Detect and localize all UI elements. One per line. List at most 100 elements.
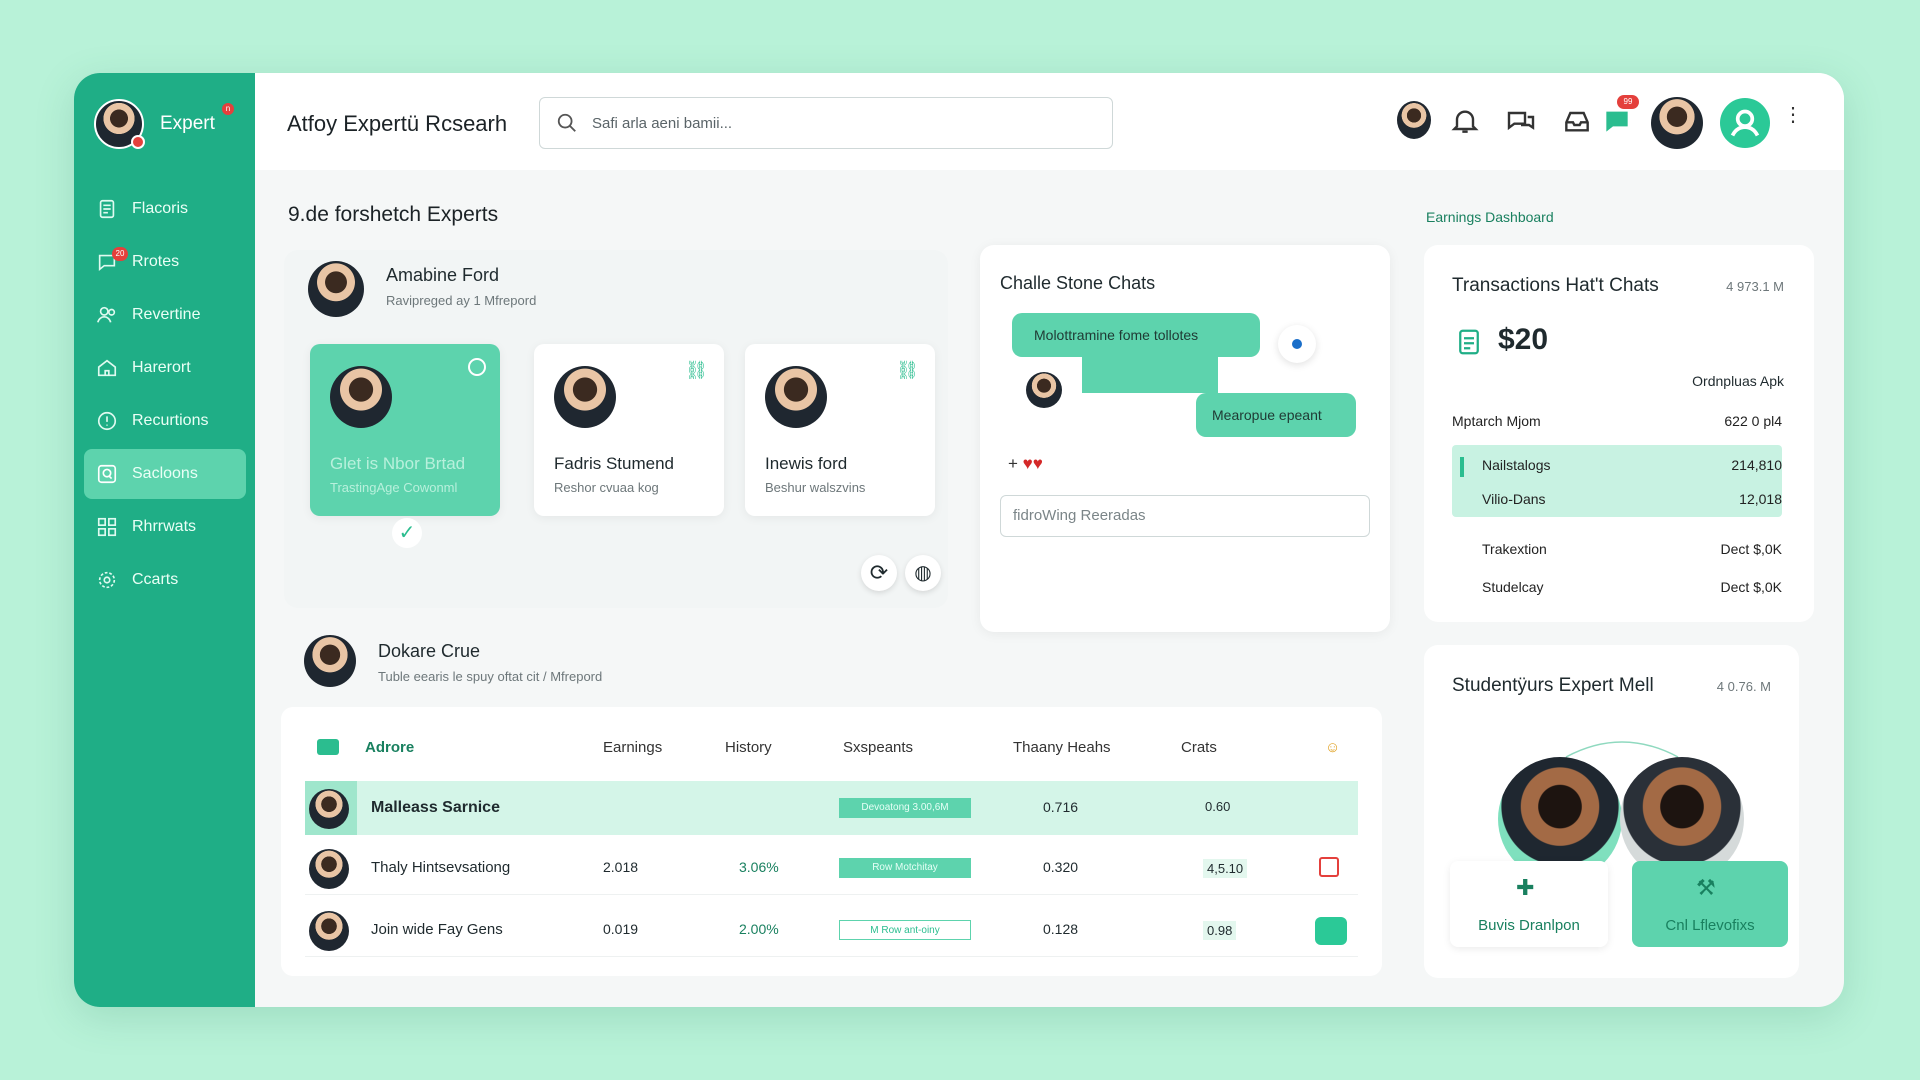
bell-icon[interactable]	[1449, 105, 1481, 137]
students-title: Studentÿurs Expert Mell	[1452, 675, 1654, 696]
expert-card[interactable]: ⛓ Inewis ford Beshur walszvins	[745, 344, 935, 516]
chat-avatar	[1026, 372, 1062, 408]
status-dot	[131, 135, 145, 149]
table-row[interactable]: Join wide Fay Gens 0.019 2.00% M Row ant…	[305, 903, 1358, 957]
receipt-icon	[1459, 329, 1479, 355]
table-row[interactable]: Thaly Hintsevsationg 2.018 3.06% Row Mot…	[305, 841, 1358, 895]
highlight-marker	[1460, 457, 1464, 477]
sidebar-item-flacoris[interactable]: Flacoris	[84, 184, 246, 234]
smile-icon[interactable]: ☺	[1325, 739, 1340, 756]
row-crats: 0.98	[1203, 921, 1237, 940]
transactions-card: Transactions Hat't Chats 4 973.1 M $20 O…	[1424, 245, 1814, 622]
sidebar-item-label: Flacoris	[132, 200, 189, 217]
students-meta: 4 0.76. M	[1716, 679, 1771, 694]
chat-message: Mearopue epeant	[1196, 393, 1356, 437]
student-action-button[interactable]: ✚ Buvis Dranlpon	[1450, 861, 1608, 947]
second-expert-sub: Tuble eearis le spuy oftat cit / Mfrepor…	[378, 669, 603, 684]
refresh-icon[interactable]: ⟳	[861, 555, 897, 591]
sidebar-item-label: Revertine	[132, 306, 201, 323]
row-history: 2.00%	[739, 921, 779, 937]
stat-row: Mptarch Mjom 622 0 pl4	[1452, 413, 1782, 429]
more-menu-icon[interactable]: ⋮	[1783, 105, 1803, 135]
expert-card-name: Fadris Stumend	[554, 454, 674, 473]
row-heahs: 0.320	[1043, 859, 1079, 875]
profile-avatar[interactable]	[1651, 97, 1703, 149]
chat-icon[interactable]	[1601, 105, 1633, 137]
flame-icon[interactable]: ◍	[905, 555, 941, 591]
stat-row: Vilio-Dans 12,018	[1482, 491, 1782, 507]
table-row[interactable]: Malleass Sarnice Devoatong 3.00,6M 0.716…	[305, 781, 1358, 835]
message-icon[interactable]	[1315, 917, 1347, 945]
stat-row: Trakextion Dect $,0K	[1482, 541, 1782, 557]
folder-icon	[317, 739, 339, 755]
expert-card[interactable]: ⛓ Fadris Stumend Reshor cvuaa kog	[534, 344, 724, 516]
home-icon	[97, 359, 117, 377]
row-history: 3.06%	[739, 859, 779, 875]
messages-icon[interactable]	[1505, 105, 1537, 137]
expert-avatar[interactable]	[304, 635, 356, 687]
document-icon	[99, 199, 115, 219]
row-name: Malleass Sarnice	[371, 799, 500, 816]
expert-card[interactable]: Glet is Nbor Brtad TrastingAge Cowonml	[310, 344, 500, 516]
tools-icon: ⚒	[1696, 875, 1716, 900]
grid-icon	[97, 517, 117, 537]
account-button[interactable]	[1720, 98, 1770, 148]
sidebar-item-rhrrwats[interactable]: Rhrrwats	[84, 502, 246, 552]
inbox-icon[interactable]	[1561, 105, 1593, 137]
expert-card-sub: Reshor cvuaa kog	[554, 480, 659, 495]
search-icon	[97, 464, 117, 484]
brand[interactable]: Expert	[94, 99, 215, 149]
stat-row: Nailstalogs 214,810	[1482, 457, 1782, 473]
link-icon[interactable]: ⛓	[685, 360, 708, 381]
brand-avatar	[94, 99, 145, 149]
featured-expert-sub: Ravipreged ay 1 Mfrepord	[386, 293, 537, 308]
link-icon[interactable]: ⛓	[896, 360, 919, 381]
column-header[interactable]: Crats	[1181, 739, 1217, 756]
reaction-plus: +	[1008, 454, 1018, 473]
status-pill: Devoatong 3.00,6M	[839, 798, 971, 818]
stat-value: Dect $,0K	[1720, 579, 1782, 595]
sidebar-item-label: Ccarts	[132, 571, 179, 588]
search-input[interactable]: Safi arla aeni bamii...	[539, 97, 1113, 149]
sidebar-item-rrotes[interactable]: 20 Rrotes	[84, 237, 246, 287]
expert-card-name: Inewis ford	[765, 454, 848, 473]
earnings-dashboard-label: Earnings Dashboard	[1426, 209, 1554, 225]
sidebar-item-harerort[interactable]: Harerort	[84, 343, 246, 393]
status-pill: M Row ant-oiny	[839, 920, 971, 940]
second-expert-name: Dokare Crue	[378, 641, 481, 661]
check-circle-icon[interactable]: ✓	[392, 518, 422, 548]
status-pill: Row Motchitay	[839, 858, 971, 878]
sidebar-item-revertine[interactable]: Revertine	[84, 290, 246, 340]
row-heahs: 0.716	[1043, 799, 1079, 815]
row-avatar	[309, 849, 349, 889]
experts-table: Adrore Earnings History Sxspeants Thaany…	[281, 707, 1382, 976]
expert-card-sub: TrastingAge Cowonml	[330, 480, 458, 495]
check-icon[interactable]	[468, 358, 486, 376]
chat-message: Molottramine fome tollotes	[1012, 313, 1260, 357]
column-header[interactable]: Thaany Heahs	[1013, 739, 1111, 756]
reaction-add[interactable]: + ♥♥	[1008, 454, 1043, 474]
chat-input[interactable]: fidroWing Reeradas	[1000, 495, 1370, 537]
column-header[interactable]: Sxspeants	[843, 739, 913, 756]
stat-label: Mptarch Mjom	[1452, 413, 1541, 429]
stat-label: Studelcay	[1482, 579, 1544, 595]
expert-avatar	[554, 366, 616, 428]
row-crats: 0.60	[1205, 799, 1231, 814]
calendar-icon[interactable]	[1319, 857, 1339, 877]
stat-value: 12,018	[1739, 491, 1782, 507]
stat-label: Nailstalogs	[1482, 457, 1551, 473]
earnings-amount: $20	[1498, 323, 1549, 356]
column-header[interactable]: Earnings	[603, 739, 662, 756]
sidebar-item-sacloons[interactable]: Sacloons	[84, 449, 246, 499]
expert-action-button[interactable]: ⚒ Cnl Lflevofixs	[1632, 861, 1788, 947]
row-heahs: 0.128	[1043, 921, 1079, 937]
sidebar-item-ccarts[interactable]: Ccarts	[84, 555, 246, 605]
handshake-icon: ✚	[1516, 875, 1535, 900]
sidebar-item-recurtions[interactable]: Recurtions	[84, 396, 246, 446]
column-header[interactable]: Adrore	[365, 739, 414, 756]
expert-avatar[interactable]	[308, 261, 364, 317]
row-earnings: 2.018	[603, 859, 639, 875]
column-header[interactable]: History	[725, 739, 772, 756]
user-avatar[interactable]	[1397, 101, 1431, 139]
stat-row: Studelcay Dect $,0K	[1482, 579, 1782, 595]
